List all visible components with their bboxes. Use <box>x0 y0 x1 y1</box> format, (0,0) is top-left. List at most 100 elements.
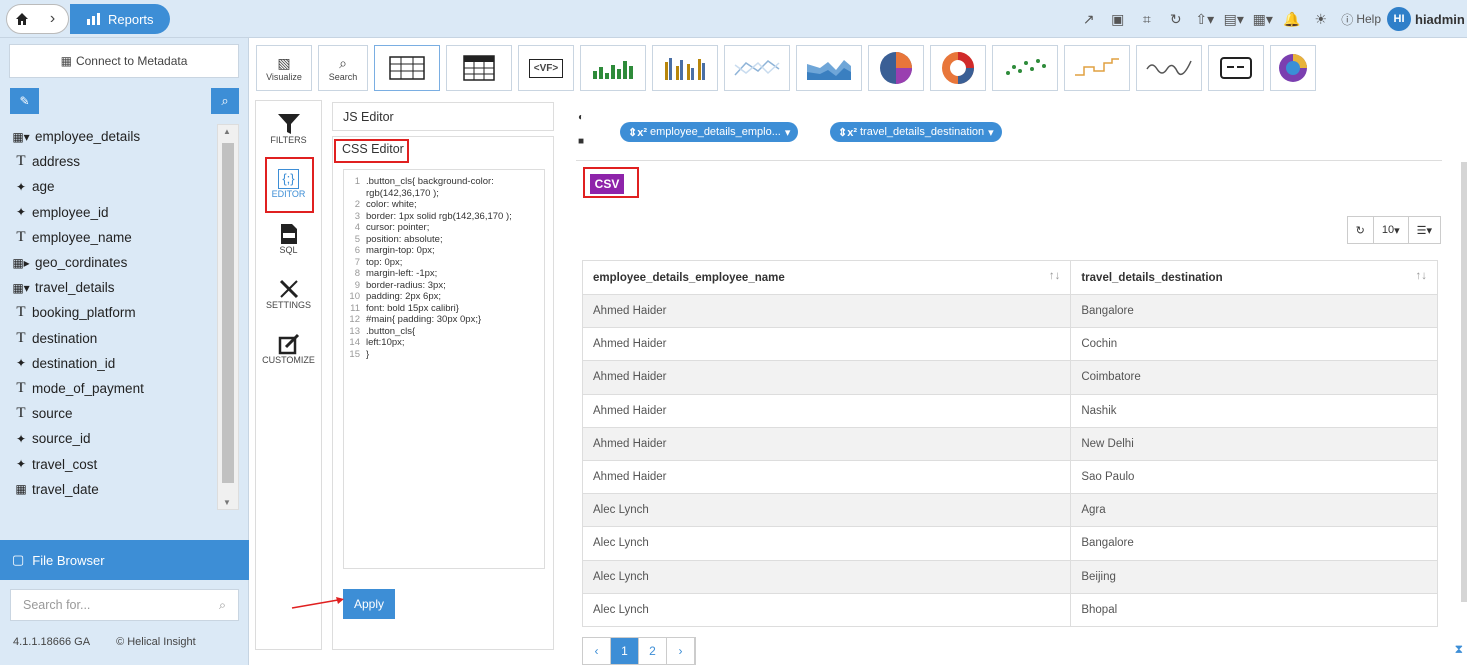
file-search-input[interactable]: Search for... ⌕ <box>10 589 239 621</box>
dimension-icon: ⇕x² <box>628 126 647 139</box>
line-number: 14 <box>349 337 360 348</box>
page-1-button[interactable]: 1 <box>611 638 639 664</box>
editor-panel: JS Editor CSS Editor 1 .button_cls{ backg… <box>332 102 554 650</box>
sort-icon[interactable]: ↑↓ <box>1049 270 1061 282</box>
donut-viz-button[interactable] <box>930 45 986 91</box>
table-row[interactable]: Alec Lynch Beijing <box>581 559 1438 594</box>
js-editor-tab[interactable]: JS Editor <box>332 102 554 131</box>
filters-tab[interactable]: FILTERS <box>256 101 321 156</box>
tree-item[interactable]: ▦▾ employee_details <box>0 124 216 149</box>
crosstab-viz-button[interactable] <box>446 45 512 91</box>
save-button[interactable]: ▦▾ <box>1248 0 1277 38</box>
sunburst-viz-button[interactable] <box>1270 45 1316 91</box>
metadata-search-button[interactable]: ⌕ <box>211 88 239 114</box>
grouped-bar-viz-button[interactable] <box>652 45 718 91</box>
tree-item[interactable]: Tbooking_platform <box>0 300 216 325</box>
code-line: 8 margin-left: -1px; <box>344 268 544 280</box>
area-viz-button[interactable] <box>796 45 862 91</box>
table-row[interactable]: Ahmed Haider Nashik <box>581 393 1438 428</box>
code-text: .button_cls{ background-color: rgb(142,3… <box>366 176 494 199</box>
tree-item[interactable]: ▦▸ geo_cordinates <box>0 250 216 275</box>
refresh-button[interactable]: ↻ <box>1348 217 1374 243</box>
home-button[interactable] <box>6 4 38 34</box>
tree-item[interactable]: Taddress <box>0 149 216 174</box>
css-code-editor[interactable]: 1 .button_cls{ background-color: rgb(142,… <box>343 169 545 569</box>
table-row[interactable]: Alec Lynch Bhopal <box>581 592 1438 627</box>
table-row[interactable]: Ahmed Haider Coimbatore <box>581 360 1438 395</box>
customize-tab[interactable]: CUSTOMIZE <box>256 321 321 376</box>
scroll-up-icon[interactable]: ▲ <box>223 127 231 136</box>
tree-item[interactable]: ▦▾ travel_details <box>0 275 216 300</box>
next-page-button[interactable]: › <box>667 638 695 664</box>
settings-tab[interactable]: SETTINGS <box>256 266 321 321</box>
column-header[interactable]: travel_details_destination ↑↓ <box>1070 260 1438 295</box>
breadcrumb-reports[interactable]: Reports <box>70 4 170 34</box>
trash-icon[interactable]: ■ <box>578 136 584 147</box>
column-header[interactable]: employee_details_employee_name ↑↓ <box>581 260 1072 295</box>
tree-item[interactable]: Temployee_name <box>0 225 216 250</box>
table-row[interactable]: Alec Lynch Agra <box>581 493 1438 528</box>
tree-item[interactable]: ✦ age <box>0 174 216 199</box>
table-cell: Alec Lynch <box>581 559 1072 594</box>
bar-viz-button[interactable] <box>580 45 646 91</box>
scroll-thumb[interactable] <box>222 143 234 483</box>
table-row[interactable]: Ahmed Haider Bangalore <box>581 293 1438 329</box>
viz-search-button[interactable]: ⌕ Search <box>318 45 368 91</box>
table-row[interactable]: Alec Lynch Bangalore <box>581 526 1438 561</box>
filter-pill-employee[interactable]: ⇕x² employee_details_emplo... ▾ <box>620 122 799 142</box>
scatter-viz-button[interactable] <box>992 45 1058 91</box>
tree-item[interactable]: ✦ destination_id <box>0 351 216 376</box>
canvas-scrollbar[interactable] <box>1461 162 1467 602</box>
edit-button[interactable]: ✎ <box>10 88 39 114</box>
filter-pill-destination[interactable]: ⇕x² travel_details_destination ▾ <box>830 122 1002 142</box>
notifications-button[interactable]: 🔔 <box>1277 0 1306 38</box>
tree-item[interactable]: ✦ source_id <box>0 426 216 451</box>
table-row[interactable]: Ahmed Haider New Delhi <box>581 426 1438 461</box>
hide-icon[interactable]: ◐ <box>578 112 584 123</box>
preview-button[interactable]: ▣ <box>1103 0 1132 38</box>
tree-item[interactable]: Tmode_of_payment <box>0 376 216 401</box>
prev-page-button[interactable]: ‹ <box>583 638 611 664</box>
table-icon <box>389 56 425 80</box>
tips-button[interactable]: ☀ <box>1306 0 1335 38</box>
tree-item[interactable]: Tsource <box>0 401 216 426</box>
caret-down-icon: ▾ <box>1394 224 1400 237</box>
tree-item[interactable]: ✦ travel_cost <box>0 451 216 476</box>
card-viz-button[interactable] <box>1208 45 1264 91</box>
scroll-down-icon[interactable]: ▼ <box>223 498 231 507</box>
breadcrumb-separator[interactable]: › <box>37 4 69 34</box>
export-button[interactable]: ⇧▾ <box>1190 0 1219 38</box>
tree-item[interactable]: ▦ travel_date <box>0 477 216 502</box>
line-viz-button[interactable] <box>724 45 790 91</box>
table-cell: Sao Paulo <box>1070 459 1438 495</box>
connect-metadata-button[interactable]: ▦ Connect to Metadata <box>9 44 239 78</box>
avatar[interactable]: HI <box>1387 7 1411 31</box>
pin-button[interactable]: ⌗ <box>1132 0 1161 38</box>
numeric-icon: ✦ <box>15 431 27 446</box>
numeric-icon: ✦ <box>15 205 27 220</box>
columns-toggle-button[interactable]: ☰▾ <box>1409 217 1440 243</box>
file-browser-button[interactable]: ▢ File Browser <box>0 540 249 580</box>
table-viz-button[interactable] <box>374 45 440 91</box>
vf-viz-button[interactable]: <VF> <box>518 45 574 91</box>
sort-icon[interactable]: ↑↓ <box>1416 270 1428 282</box>
tree-item[interactable]: ✦ employee_id <box>0 200 216 225</box>
pie-viz-button[interactable] <box>868 45 924 91</box>
help-link[interactable]: ⓘ Help <box>1335 11 1387 28</box>
apply-button[interactable]: Apply <box>343 589 395 619</box>
table-row[interactable]: Ahmed Haider Cochin <box>581 327 1438 362</box>
visualize-button[interactable]: ▧ Visualize <box>256 45 312 91</box>
step-viz-button[interactable] <box>1064 45 1130 91</box>
sql-tab[interactable]: SQL <box>256 211 321 266</box>
username[interactable]: hiadmin <box>1411 12 1467 27</box>
history-button[interactable]: ↻ <box>1161 0 1190 38</box>
tree-item[interactable]: Tdestination <box>0 326 216 351</box>
layout-button[interactable]: ▤▾ <box>1219 0 1248 38</box>
table-row[interactable]: Ahmed Haider Sao Paulo <box>581 459 1438 495</box>
page-2-button[interactable]: 2 <box>639 638 667 664</box>
tree-scrollbar[interactable]: ▲ ▼ <box>217 124 239 510</box>
line-chart-button[interactable]: ↗ <box>1074 0 1103 38</box>
table-cell: Ahmed Haider <box>581 393 1072 428</box>
page-size-select[interactable]: 10 ▾ <box>1374 217 1409 243</box>
spline-viz-button[interactable] <box>1136 45 1202 91</box>
